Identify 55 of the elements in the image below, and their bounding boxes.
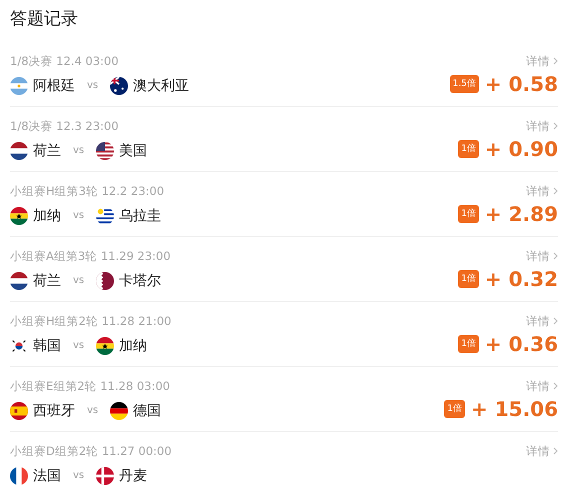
details-link[interactable]: 详情 (526, 54, 558, 68)
vs-label: vs (73, 144, 84, 158)
vs-label: vs (73, 209, 84, 223)
team-name: 韩国 (33, 337, 61, 355)
team-name: 荷兰 (33, 272, 61, 290)
multiplier-badge: 1倍 (444, 400, 466, 418)
score-value: + 15.06 (471, 397, 558, 421)
vs-label: vs (87, 79, 98, 93)
vs-label: vs (73, 339, 84, 353)
team-name: 阿根廷 (33, 77, 75, 95)
vs-label: vs (73, 274, 84, 288)
team-name: 荷兰 (33, 142, 61, 160)
chevron-right-icon (553, 382, 558, 390)
team-name: 法国 (33, 467, 61, 485)
match-info: 小组赛H组第3轮 12.2 23:00 (10, 184, 164, 198)
score-value: + 2.89 (484, 202, 558, 226)
page-title: 答题记录 (9, 8, 79, 31)
multiplier-badge: 1倍 (458, 140, 479, 158)
vs-label: vs (73, 469, 84, 483)
team-name: 西班牙 (33, 402, 75, 420)
multiplier-badge: 1.5倍 (450, 75, 479, 93)
team-name: 德国 (133, 402, 162, 420)
chevron-right-icon (553, 57, 558, 65)
team-name: 美国 (119, 142, 148, 160)
score-value: + 0.90 (484, 137, 558, 161)
match-info: 小组赛H组第2轮 11.28 21:00 (10, 314, 172, 328)
match-info: 小组赛A组第3轮 11.29 23:00 (10, 249, 171, 263)
vs-label: vs (87, 404, 98, 418)
details-link[interactable]: 详情 (526, 119, 558, 133)
team-name: 丹麦 (119, 467, 148, 485)
match-info: 小组赛E组第2轮 11.28 03:00 (10, 379, 170, 393)
multiplier-badge: 1倍 (458, 270, 479, 288)
chevron-right-icon (553, 122, 558, 130)
team-name: 乌拉圭 (119, 207, 162, 225)
team-name: 加纳 (33, 207, 61, 225)
match-info: 1/8决赛 12.3 23:00 (10, 119, 120, 133)
details-link[interactable]: 详情 (526, 184, 558, 198)
score-value: + 0.32 (484, 267, 558, 291)
match-info: 1/8决赛 12.4 03:00 (10, 54, 120, 68)
score-value: + 0.36 (484, 332, 558, 356)
match-info: 小组赛D组第2轮 11.27 00:00 (10, 444, 172, 458)
details-link[interactable]: 详情 (526, 314, 558, 328)
team-name: 加纳 (119, 337, 148, 355)
details-link[interactable]: 详情 (526, 444, 558, 458)
details-link[interactable]: 详情 (526, 379, 558, 393)
chevron-right-icon (553, 187, 558, 195)
multiplier-badge: 1倍 (458, 205, 479, 223)
chevron-right-icon (553, 317, 558, 325)
multiplier-badge: 1倍 (458, 335, 479, 353)
score-value: + 0.58 (484, 72, 558, 96)
team-name: 澳大利亚 (133, 77, 190, 95)
chevron-right-icon (553, 447, 558, 455)
details-link[interactable]: 详情 (526, 249, 558, 263)
chevron-right-icon (553, 252, 558, 260)
team-name: 卡塔尔 (119, 272, 162, 290)
